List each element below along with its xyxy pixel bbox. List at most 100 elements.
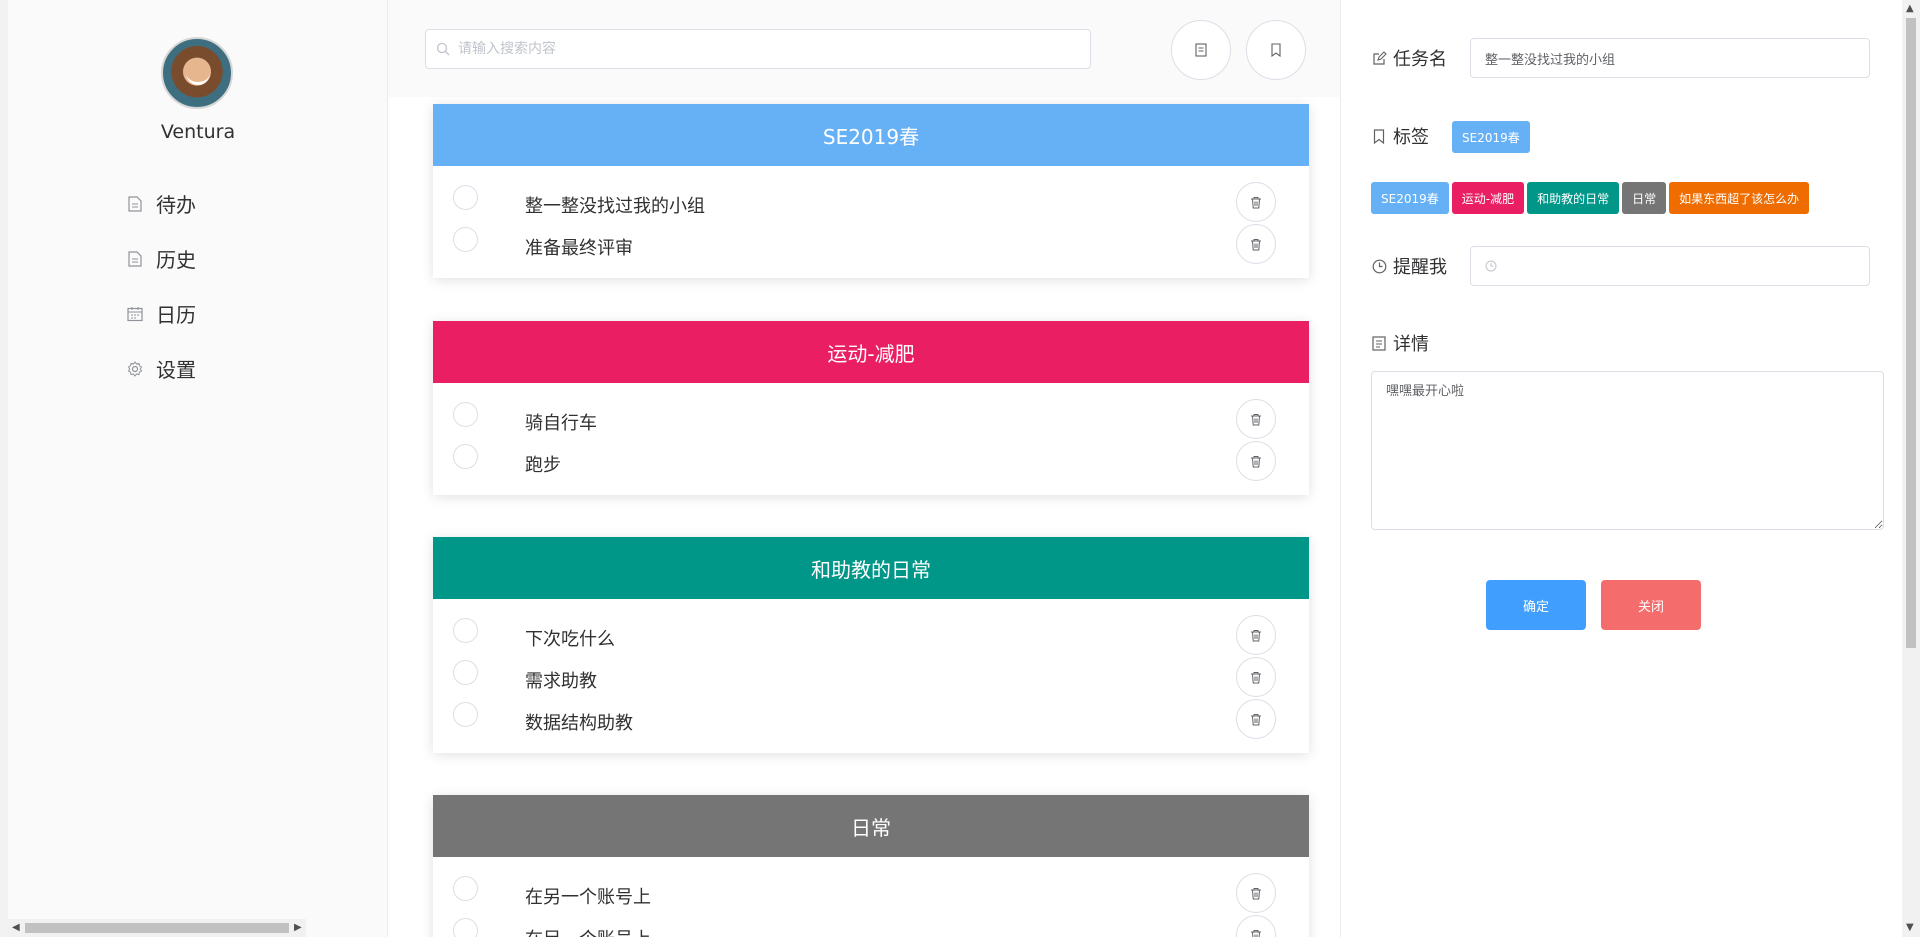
trash-icon	[1250, 196, 1262, 209]
task-name-input[interactable]	[1485, 50, 1845, 66]
sidebar: Ventura 待办 历史 日历 设置	[8, 0, 388, 937]
delete-task-button[interactable]	[1236, 182, 1276, 222]
task-checkbox[interactable]	[453, 444, 478, 469]
trash-icon	[1250, 455, 1262, 468]
scrollbar-thumb[interactable]	[1906, 18, 1916, 648]
task-name[interactable]: 骑自行车	[525, 409, 597, 435]
task-name[interactable]: 下次吃什么	[525, 625, 615, 651]
task-name[interactable]: 整一整没找过我的小组	[525, 192, 705, 218]
scroll-down-arrow-icon[interactable]: ▼	[1906, 922, 1914, 933]
scroll-left-arrow-icon[interactable]: ◀	[12, 922, 20, 933]
details-label-text: 详情	[1393, 334, 1429, 355]
delete-task-button[interactable]	[1236, 699, 1276, 739]
delete-task-button[interactable]	[1236, 441, 1276, 481]
task-checkbox[interactable]	[453, 227, 478, 252]
task-row[interactable]: 下次吃什么	[433, 615, 1309, 657]
search-box[interactable]	[425, 29, 1091, 69]
scrollbar-thumb[interactable]	[25, 923, 289, 933]
delete-task-button[interactable]	[1236, 915, 1276, 937]
tag-option-daily[interactable]: 日常	[1622, 182, 1667, 214]
close-button[interactable]: 关闭	[1601, 580, 1701, 630]
task-row[interactable]: 需求助教	[433, 657, 1309, 699]
group-title: 运动-减肥	[827, 341, 915, 366]
task-checkbox[interactable]	[453, 618, 478, 643]
group-body: 整一整没找过我的小组 准备最终评审	[433, 166, 1309, 278]
delete-task-button[interactable]	[1236, 657, 1276, 697]
task-checkbox[interactable]	[453, 402, 478, 427]
tag-option-ta-daily[interactable]: 和助教的日常	[1527, 182, 1620, 214]
task-checkbox[interactable]	[453, 876, 478, 901]
add-task-button[interactable]	[1171, 20, 1231, 80]
task-checkbox[interactable]	[453, 185, 478, 210]
remind-input[interactable]	[1505, 258, 1865, 274]
search-input[interactable]	[458, 41, 1078, 57]
clock-icon	[1485, 260, 1497, 272]
trash-icon	[1250, 713, 1262, 726]
group-body: 骑自行车 跑步	[433, 383, 1309, 495]
delete-task-button[interactable]	[1236, 399, 1276, 439]
remind-datetime-picker[interactable]	[1470, 246, 1870, 286]
sidebar-item-label: 待办	[156, 193, 196, 217]
confirm-button[interactable]: 确定	[1486, 580, 1586, 630]
selected-tag[interactable]: SE2019春	[1452, 121, 1530, 153]
task-row[interactable]: 跑步	[433, 441, 1309, 483]
tags-label-text: 标签	[1393, 127, 1429, 148]
avatar[interactable]	[161, 37, 233, 109]
group-body: 在另一个账号上 在另一个账号上	[433, 857, 1309, 937]
task-row[interactable]: 数据结构助教	[433, 699, 1309, 741]
remind-label-text: 提醒我	[1393, 257, 1447, 278]
task-checkbox[interactable]	[453, 702, 478, 727]
sidebar-item-settings[interactable]: 设置	[126, 341, 346, 396]
add-tag-button[interactable]	[1246, 20, 1306, 80]
group-header: SE2019春	[433, 104, 1309, 166]
sidebar-item-label: 历史	[156, 248, 196, 272]
task-row[interactable]: 准备最终评审	[433, 224, 1309, 266]
group-header: 和助教的日常	[433, 537, 1309, 599]
task-group-card: 日常 在另一个账号上 在另一个账号上	[433, 795, 1309, 937]
task-name-field[interactable]	[1470, 38, 1870, 78]
delete-task-button[interactable]	[1236, 615, 1276, 655]
task-checkbox[interactable]	[453, 660, 478, 685]
group-header: 日常	[433, 795, 1309, 857]
details-textarea[interactable]: 嘿嘿最开心啦	[1371, 371, 1884, 530]
task-name-label: 任务名	[1371, 45, 1447, 71]
task-row[interactable]: 在另一个账号上	[433, 873, 1309, 915]
details-label: 详情	[1371, 330, 1429, 356]
username: Ventura	[160, 121, 236, 143]
task-row[interactable]: 整一整没找过我的小组	[433, 182, 1309, 224]
horizontal-scrollbar[interactable]: ◀ ▶	[8, 919, 306, 937]
tag-option-se2019[interactable]: SE2019春	[1371, 182, 1449, 214]
gear-icon	[126, 360, 144, 378]
scroll-up-arrow-icon[interactable]: ▲	[1906, 3, 1914, 14]
task-name[interactable]: 数据结构助教	[525, 709, 633, 735]
tags-label: 标签	[1371, 123, 1429, 149]
task-name[interactable]: 在另一个账号上	[525, 883, 651, 909]
trash-icon	[1250, 238, 1262, 251]
task-checkbox[interactable]	[453, 918, 478, 937]
sidebar-item-label: 日历	[156, 303, 196, 327]
sidebar-item-todo[interactable]: 待办	[126, 176, 346, 231]
task-name[interactable]: 跑步	[525, 451, 561, 477]
delete-task-button[interactable]	[1236, 873, 1276, 913]
document-icon	[1371, 335, 1387, 351]
task-name[interactable]: 在另一个账号上	[525, 925, 651, 937]
scroll-right-arrow-icon[interactable]: ▶	[294, 922, 302, 933]
tag-option-overdue[interactable]: 如果东西超了该怎么办	[1669, 182, 1810, 214]
task-name[interactable]: 需求助教	[525, 667, 597, 693]
tag-option-exercise[interactable]: 运动-减肥	[1451, 182, 1525, 214]
group-title: 日常	[851, 815, 891, 840]
document-icon	[1195, 43, 1207, 57]
clock-icon	[1371, 258, 1387, 274]
task-name[interactable]: 准备最终评审	[525, 234, 633, 260]
bookmark-icon	[1371, 128, 1387, 144]
sidebar-item-calendar[interactable]: 日历	[126, 286, 346, 341]
group-body: 下次吃什么 需求助教 数据结构助教	[433, 599, 1309, 753]
sidebar-item-history[interactable]: 历史	[126, 231, 346, 286]
delete-task-button[interactable]	[1236, 224, 1276, 264]
task-row[interactable]: 在另一个账号上	[433, 915, 1309, 937]
task-group-card: SE2019春 整一整没找过我的小组 准备最终评审	[433, 104, 1309, 278]
task-row[interactable]: 骑自行车	[433, 399, 1309, 441]
vertical-scrollbar[interactable]: ▲ ▼	[1902, 0, 1920, 937]
left-edge	[0, 0, 8, 937]
group-title: SE2019春	[822, 124, 920, 149]
